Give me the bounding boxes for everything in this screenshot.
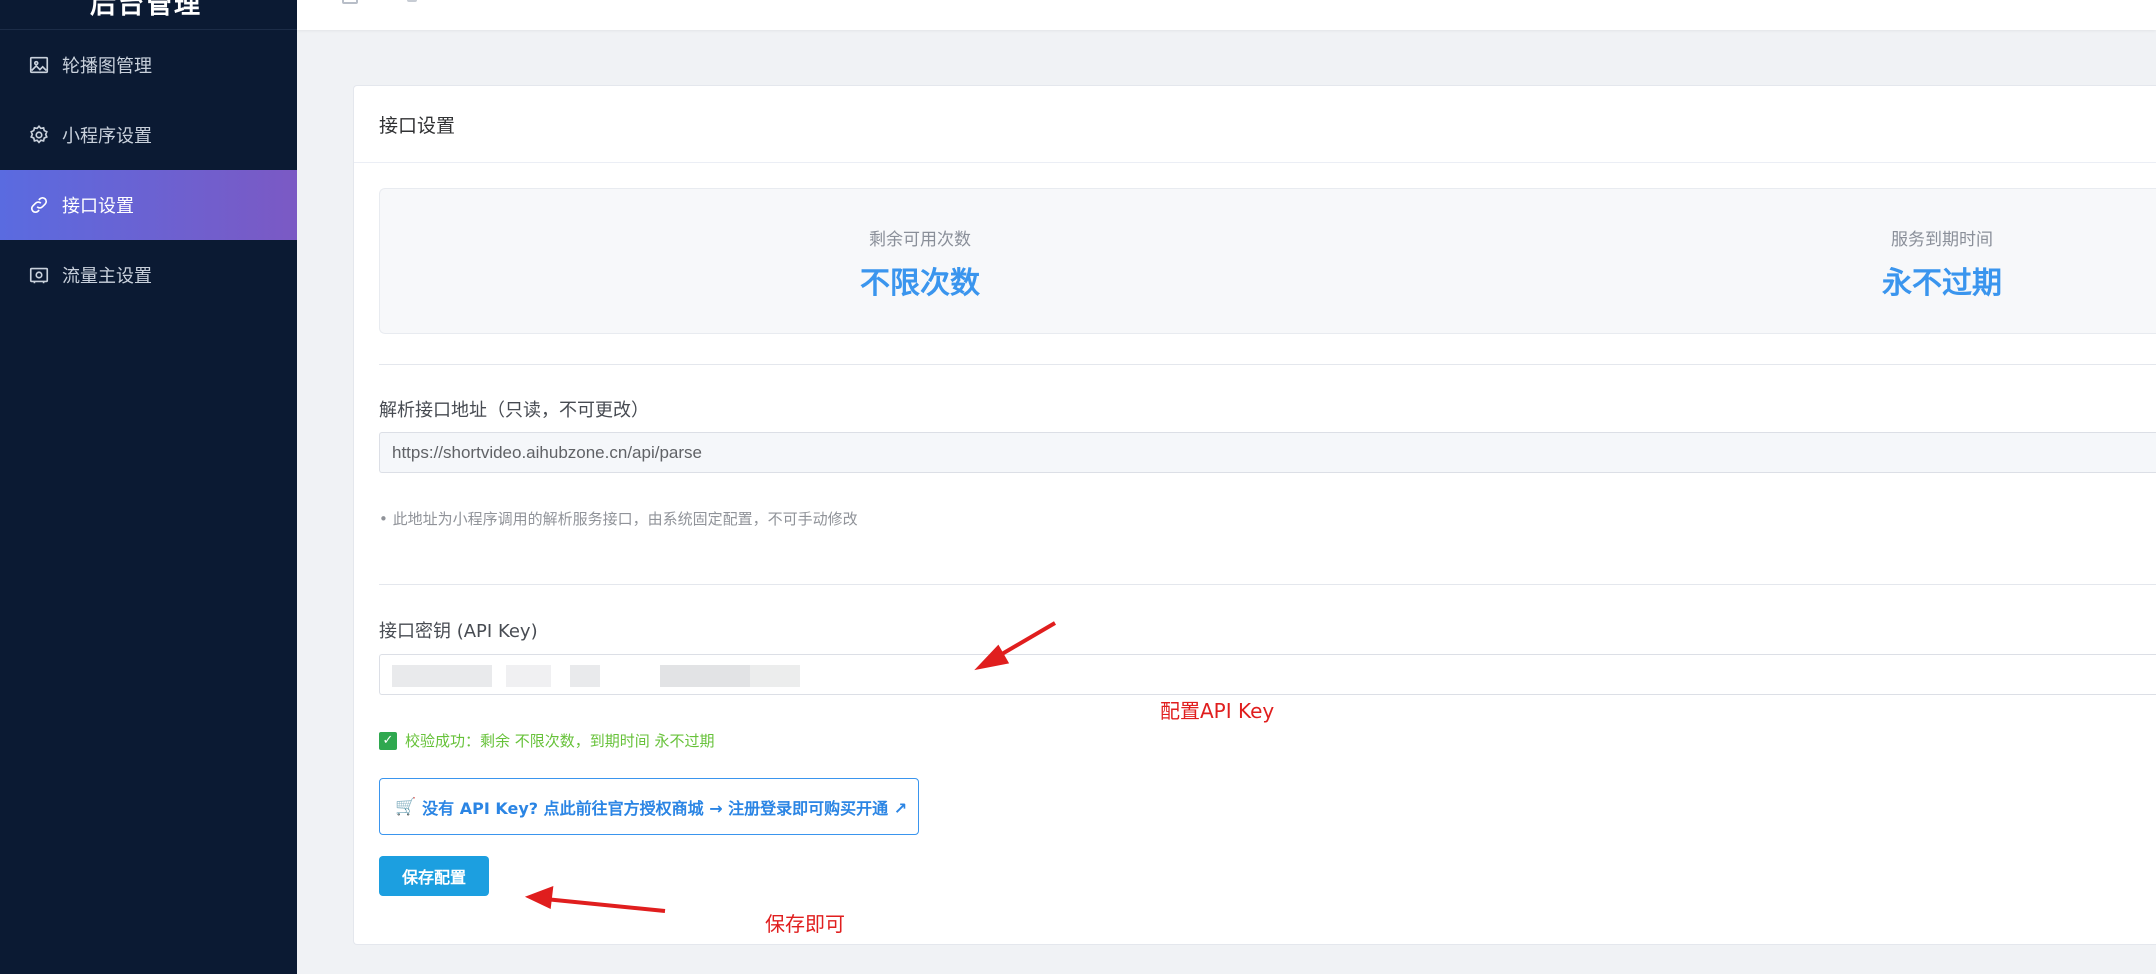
stat-remaining: 剩余可用次数 不限次数 [770,225,1070,302]
breadcrumb [407,0,417,2]
redacted-value [660,665,750,687]
divider [379,584,2156,585]
ad-icon [28,264,50,286]
redacted-value [570,665,600,687]
sidebar-item-ad-settings[interactable]: 流量主设置 [0,240,297,310]
check-icon: ✓ [379,731,397,750]
cart-icon: 🛒 [395,796,417,817]
stats-panel: 剩余可用次数 不限次数 服务到期时间 永不过期 [379,188,2156,334]
parse-url-label: 解析接口地址（只读，不可更改） [379,400,649,421]
gear-icon [28,124,50,146]
app-logo-text: 后台管理 [90,0,203,20]
api-key-input[interactable] [379,654,2156,695]
sidebar-item-label: 流量主设置 [62,266,152,287]
sidebar-item-carousel[interactable]: 轮播图管理 [0,30,297,100]
link-icon [28,194,50,216]
parse-url-hint: • 此地址为小程序调用的解析服务接口，由系统固定配置，不可手动修改 [379,510,858,528]
parse-url-input[interactable] [379,432,2156,473]
stat-expiry-label: 服务到期时间 [1891,230,1993,250]
validation-success: ✓ 校验成功：剩余 不限次数，到期时间 永不过期 [379,730,715,751]
stat-expiry: 服务到期时间 永不过期 [1792,225,2092,302]
menu-toggle-icon[interactable] [342,0,358,4]
redacted-value [750,665,800,687]
annotation-api-key: 配置API Key [1160,699,1275,723]
stat-remaining-label: 剩余可用次数 [869,230,971,250]
image-icon [28,54,50,76]
stat-expiry-value: 永不过期 [1882,266,2002,301]
stat-remaining-value: 不限次数 [860,266,980,301]
buy-api-key-text: 没有 API Key? 点此前往官方授权商城 → 注册登录即可购买开通 ↗ [422,798,908,818]
api-settings-card: 接口设置 剩余可用次数 不限次数 服务到期时间 永不过期 解析接口地址（只读，不… [353,85,2156,945]
validation-success-text: 校验成功：剩余 不限次数，到期时间 永不过期 [405,732,715,750]
top-header [297,0,2156,30]
api-key-label: 接口密钥 (API Key) [379,621,538,642]
sidebar: 后台管理 轮播图管理 小程序设置 接口设置 流量主设置 [0,0,297,974]
logo-area: 后台管理 [0,0,297,30]
annotation-save: 保存即可 [765,912,845,936]
redacted-value [506,665,551,687]
card-title: 接口设置 [354,86,2156,163]
sidebar-item-label: 接口设置 [62,196,134,217]
buy-api-key-link[interactable]: 🛒 没有 API Key? 点此前往官方授权商城 → 注册登录即可购买开通 ↗ [379,778,919,835]
divider [379,364,2156,365]
sidebar-item-api-settings[interactable]: 接口设置 [0,170,297,240]
sidebar-item-miniprogram[interactable]: 小程序设置 [0,100,297,170]
save-config-button[interactable]: 保存配置 [379,856,489,896]
redacted-value [392,665,492,687]
sidebar-item-label: 轮播图管理 [62,56,152,77]
sidebar-item-label: 小程序设置 [62,126,152,147]
